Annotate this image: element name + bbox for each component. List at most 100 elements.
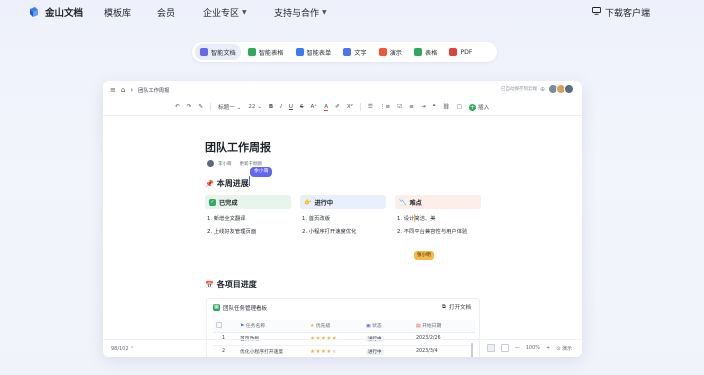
product-tab[interactable]: 智能表格 — [243, 44, 289, 60]
font-color-icon[interactable]: A — [324, 104, 329, 111]
section-heading[interactable]: 📅 各项目进度 — [205, 279, 257, 290]
redo-icon[interactable]: ↷ — [187, 104, 192, 110]
present-label: 演示 — [561, 345, 572, 352]
checkbox[interactable] — [216, 321, 222, 328]
product-tab-label: 智能文档 — [211, 49, 236, 57]
product-tab[interactable]: 智能文档 — [195, 44, 241, 60]
open-document-button[interactable]: ⧉ 打开文档 — [442, 303, 471, 312]
collaborator-cursor — [249, 176, 250, 186]
web-view-icon[interactable] — [500, 344, 509, 352]
product-tab-label: 表格 — [425, 49, 438, 57]
brand[interactable]: 金山文档 — [28, 5, 83, 19]
document-meta: 李小萌 更新于刚刚 — [207, 160, 262, 167]
title-bar-right: 已自动保存到云端 ⊕ — [501, 84, 574, 94]
format-painter-icon[interactable]: ✎ — [198, 104, 203, 110]
highlight-icon[interactable]: ✐ — [335, 104, 340, 110]
table-header-row: ⚑ 任务名称 ★ 优先级 ▣ 状态 ▤ 开始日期 — [213, 320, 475, 333]
heading-value: 标题一 — [218, 105, 235, 111]
quote-icon[interactable]: ❝ — [433, 104, 436, 110]
product-tab[interactable]: 演示 — [374, 44, 407, 60]
word-count[interactable]: 98/102 ⌃ — [111, 346, 134, 352]
indent-icon[interactable]: ⇥ — [421, 104, 426, 110]
heading-select[interactable]: 标题一 ⌄ — [218, 103, 241, 111]
comment-icon[interactable]: ▢ — [457, 104, 462, 110]
bold-icon[interactable]: B — [269, 104, 273, 110]
card-item: 2. 小程序打开速度优化 — [302, 229, 357, 235]
product-tab[interactable]: PDF — [444, 44, 477, 60]
word-count-value: 98/102 — [111, 346, 129, 352]
numbered-list-icon[interactable]: ⋮≡ — [380, 104, 390, 110]
status-card-difficulties[interactable]: 📉 难点 1. 设计简洁、美 2. 不同平台兼容性与用户体验 — [395, 195, 481, 235]
column-header[interactable]: ▤ 开始日期 — [413, 320, 475, 333]
card-title: 已完成 — [219, 199, 238, 207]
undo-icon[interactable]: ↶ — [175, 104, 180, 110]
product-tabs: 智能文档 智能表格 智能表单 文字 演示 表格 PDF — [192, 42, 497, 62]
nav-label: 模板库 — [104, 9, 132, 19]
italic-icon[interactable]: I — [280, 104, 282, 110]
insert-label: 插入 — [478, 105, 490, 111]
column-header[interactable]: ⚑ 任务名称 — [237, 320, 307, 333]
column-header[interactable]: ★ 优先级 — [307, 320, 363, 333]
product-tab-label: 演示 — [389, 49, 402, 57]
calendar-icon: 📅 — [205, 280, 214, 289]
home-icon[interactable]: ⌂ — [121, 86, 125, 94]
product-tab[interactable]: 文字 — [338, 44, 371, 60]
text-effect-icon[interactable]: A⁺ — [311, 104, 318, 110]
collaborator-cursor — [414, 214, 415, 222]
document-title[interactable]: 团队工作周报 — [205, 139, 271, 155]
spreadsheet-icon: ▦ — [213, 304, 220, 311]
product-icon — [378, 48, 387, 56]
page-view-icon[interactable] — [486, 344, 495, 352]
card-header: ✓ 已完成 — [205, 195, 291, 209]
date-icon: ▤ — [416, 324, 421, 330]
menu-icon[interactable]: ≡ — [110, 86, 116, 94]
section-heading[interactable]: 📌 本周进展 — [205, 178, 249, 189]
avatar[interactable] — [564, 84, 574, 94]
align-icon[interactable]: ≡ — [409, 104, 414, 110]
product-tab-label: 文字 — [354, 49, 367, 57]
checklist-icon[interactable]: ☑ — [397, 104, 402, 110]
product-icon — [343, 48, 352, 56]
nav-membership[interactable]: 会员 — [157, 6, 175, 19]
zoom-in-icon[interactable]: + — [546, 345, 550, 351]
zoom-out-icon[interactable]: — — [515, 345, 520, 351]
strikethrough-icon[interactable]: S — [300, 104, 304, 110]
card-header: 📉 难点 — [395, 195, 481, 209]
checkbox-icon: ✓ — [209, 198, 216, 206]
link-icon[interactable]: ⛓ — [443, 104, 450, 110]
column-header-label: 状态 — [372, 324, 382, 330]
product-icon — [247, 48, 256, 56]
zoom-level[interactable]: 100% — [526, 345, 540, 351]
bulleted-list-icon[interactable]: ☰ — [368, 104, 373, 110]
nav-support[interactable]: 支持与合作 ▼ — [274, 6, 327, 19]
status-bar-controls: — 100% + ⊙ 演示 — [486, 344, 572, 352]
insert-button[interactable]: + 插入 — [469, 103, 489, 111]
column-header-select[interactable] — [213, 320, 237, 333]
chevron-right-icon: › — [130, 86, 134, 94]
nav-template-library[interactable]: 模板库 — [104, 6, 131, 19]
download-label: 下载客户端 — [604, 9, 650, 19]
share-icon[interactable]: ⊕ — [540, 86, 545, 93]
card-item: 1. 设计简洁、美 — [397, 216, 436, 222]
status-card-in-progress[interactable]: 👉 进行中 1. 首页改版 2. 小程序打开速度优化 — [300, 195, 386, 235]
product-tab[interactable]: 智能表单 — [291, 44, 337, 60]
underline-icon[interactable]: U — [289, 104, 293, 110]
embed-title: 团队任务管理看板 — [223, 305, 268, 312]
product-tab[interactable]: 表格 — [409, 44, 442, 60]
present-button[interactable]: ⊙ 演示 — [556, 345, 572, 352]
author-name: 李小萌 — [218, 161, 232, 167]
status-card-done[interactable]: ✓ 已完成 1. 新增全文翻译 2. 上线好友管理页面 — [205, 195, 291, 235]
card-item: 2. 上线好友管理页面 — [207, 229, 257, 235]
document-body[interactable]: 团队工作周报 李小萌 更新于刚刚 余小萌 📌 本周进展 ✓ 已完成 1. 新增全… — [103, 116, 582, 357]
download-client-button[interactable]: 下载客户端 — [592, 6, 650, 19]
monitor-icon — [592, 7, 601, 18]
document-name[interactable]: 团队工作周报 — [138, 87, 169, 94]
card-header: 👉 进行中 — [300, 195, 386, 209]
card-title: 进行中 — [314, 199, 334, 207]
card-item: 1. 首页改版 — [302, 216, 330, 222]
section-heading-text: 本周进展 — [216, 179, 249, 188]
superscript-icon[interactable]: X² — [347, 104, 353, 110]
font-size-select[interactable]: 22 ⌄ — [248, 104, 262, 110]
column-header[interactable]: ▣ 状态 — [363, 320, 413, 333]
nav-enterprise[interactable]: 企业专区 ▼ — [203, 6, 247, 19]
